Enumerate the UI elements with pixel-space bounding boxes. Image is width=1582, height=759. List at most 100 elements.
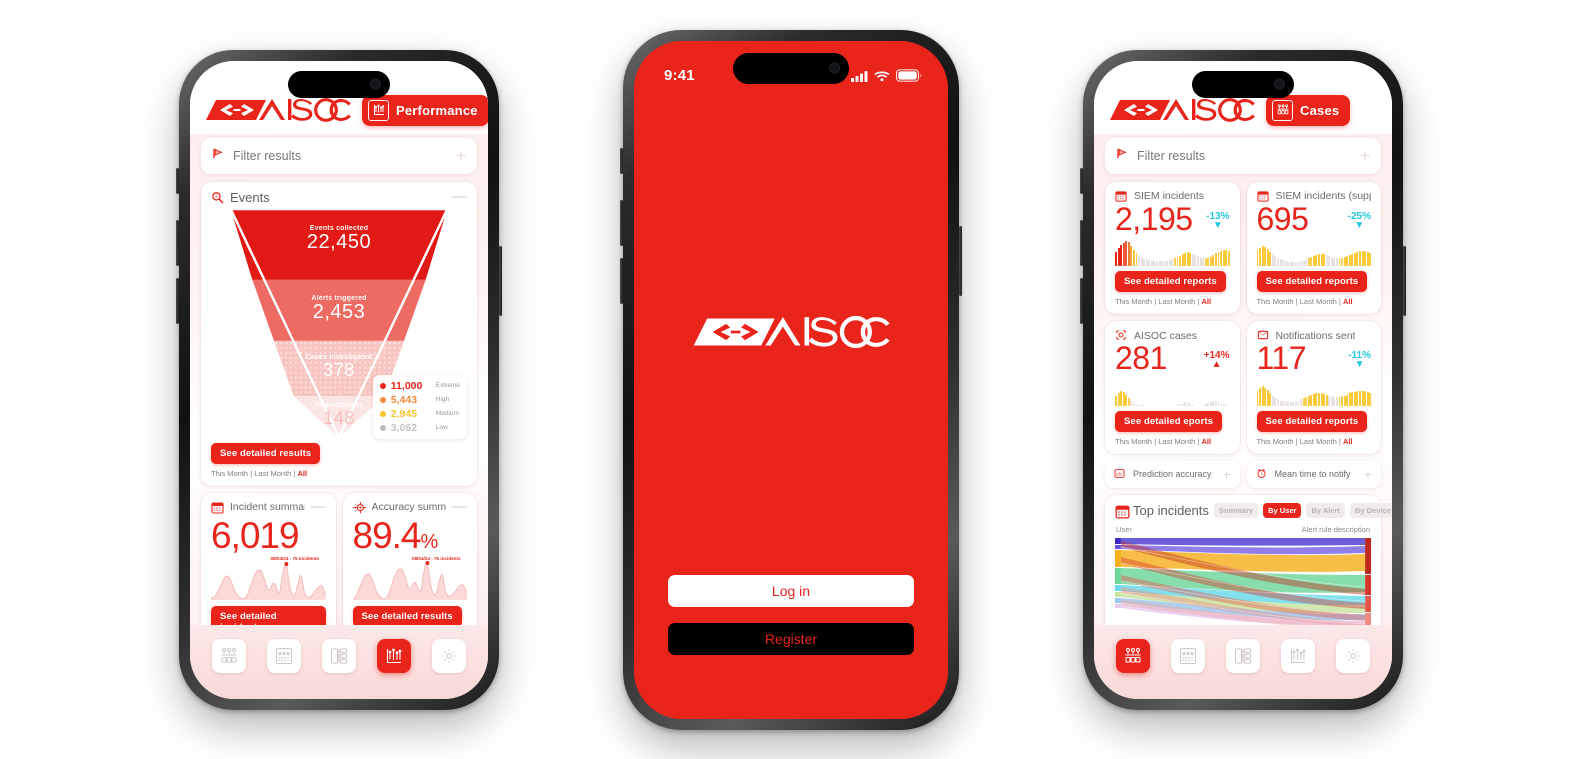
tabbar-item-settings[interactable] (431, 638, 466, 673)
accuracy-summary-value: 89.4 (352, 514, 422, 556)
kpi-row-1: SIEM incidents 2,195 -13% ▼ See detailed… (1105, 181, 1381, 315)
kpi-value: 281 (1115, 340, 1167, 377)
kpi-bar-chart (1115, 380, 1230, 406)
prediction-accuracy-label: Prediction accuracy (1133, 469, 1212, 480)
legend-label-medium: Medium (435, 410, 459, 417)
filter-results-bar[interactable]: Filter results + (201, 137, 477, 174)
tabbar-item-calendar[interactable] (1171, 638, 1206, 673)
see-detailed-incidents-button[interactable]: See detailed incidents (211, 605, 326, 625)
silent-switch[interactable] (176, 167, 179, 194)
tabbar-item-network[interactable] (321, 638, 356, 673)
filter-results-bar[interactable]: Filter results + (1105, 137, 1381, 174)
aisoc-logo[interactable] (1108, 95, 1256, 125)
prediction-accuracy-row[interactable]: Prediction accuracy + (1105, 460, 1240, 488)
kpi-value: 2,195 (1115, 200, 1193, 237)
login-button[interactable]: Log in (668, 574, 914, 607)
tabbar-item-network[interactable] (1225, 638, 1260, 673)
tabbar-item-settings[interactable] (1335, 638, 1370, 673)
login-screen: 9:41 Log in Register (634, 40, 948, 719)
volume-up-button[interactable] (176, 219, 179, 266)
volume-down-button[interactable] (620, 257, 623, 304)
range-this-month[interactable]: This Month (1257, 297, 1294, 306)
legend-label-low: Low (435, 424, 448, 431)
top-incidents-title: Top incidents (1133, 502, 1209, 518)
range-all[interactable]: All (1343, 437, 1353, 446)
power-button[interactable] (499, 245, 502, 316)
phone-device-left: Performance Filter results + Events — Ev… (176, 49, 502, 710)
tabbar-item-cases[interactable] (1116, 638, 1151, 673)
see-detailed-reports-button[interactable]: See detailed reports (1256, 271, 1368, 293)
silent-switch[interactable] (1080, 167, 1083, 194)
mean-time-expand-icon[interactable]: + (1364, 467, 1372, 481)
range-all[interactable]: All (297, 469, 307, 478)
see-detailed-reports-button[interactable]: See detailed reports (1256, 410, 1368, 432)
range-last-month[interactable]: Last Month (1158, 437, 1195, 446)
power-button[interactable] (959, 225, 962, 296)
accuracy-summary-header: Accuracy summary — (352, 499, 467, 514)
aisoc-logo[interactable] (204, 95, 352, 125)
silent-switch[interactable] (620, 147, 623, 174)
kpi-range[interactable]: This Month | Last Month | All (1257, 297, 1372, 306)
legend-label-extreme: Extreme (435, 382, 460, 389)
tabbar-item-calendar[interactable] (267, 638, 302, 673)
incident-summary-collapse-icon[interactable]: — (311, 499, 326, 514)
see-detailed-reports-button[interactable]: See detailed reports (1115, 271, 1226, 293)
range-this-month[interactable]: This Month (211, 469, 248, 478)
events-collapse-icon[interactable]: — (452, 189, 467, 204)
events-card-header: Events — (211, 189, 467, 205)
events-funnel-chart: Events collected 22,450 Alerts triggered… (211, 208, 467, 441)
kpi-range[interactable]: This Month | Last Month | All (1115, 297, 1230, 306)
mean-time-to-notify-row[interactable]: Mean time to notify + (1246, 460, 1381, 488)
events-range-selector[interactable]: This Month | Last Month | All (211, 469, 467, 478)
filter-expand-icon[interactable]: + (1360, 147, 1370, 164)
kpi-range[interactable]: This Month | Last Month | All (1257, 437, 1372, 446)
volume-down-button[interactable] (176, 277, 179, 324)
range-all[interactable]: All (1201, 297, 1211, 306)
range-this-month[interactable]: This Month (1115, 437, 1152, 446)
top-incidents-card: Top incidents Summary By User By Alert B… (1105, 494, 1392, 625)
tab-by-device[interactable]: By Device (1349, 502, 1392, 518)
arrow-up-icon: ▲ (1211, 359, 1222, 371)
accuracy-summary-collapse-icon[interactable]: — (452, 499, 467, 514)
power-button[interactable] (1403, 245, 1406, 316)
tabbar-item-performance[interactable] (376, 638, 411, 673)
page-chip-performance[interactable]: Performance (362, 94, 488, 126)
register-button[interactable]: Register (668, 622, 914, 655)
arrow-down-icon: ▼ (1212, 219, 1223, 231)
tabbar-item-cases[interactable] (212, 638, 247, 673)
tab-by-user[interactable]: By User (1263, 502, 1302, 518)
see-detailed-results-button[interactable]: See detailed results (211, 442, 321, 464)
phone-screen-mid: 9:41 Log in Register (634, 40, 948, 719)
phone-screen-right: Cases Filter results + SIEM incidents 2,… (1094, 60, 1392, 699)
screenshot-stage: Performance Filter results + Events — Ev… (0, 0, 1582, 759)
status-time: 9:41 (664, 67, 695, 84)
volume-down-button[interactable] (1080, 277, 1083, 324)
see-detailed-reports-button[interactable]: See detailed eports (1115, 410, 1223, 432)
range-last-month[interactable]: Last Month (254, 469, 291, 478)
kpi-delta-down: -25% ▼ (1348, 203, 1371, 231)
range-all[interactable]: All (1343, 297, 1353, 306)
tab-summary[interactable]: Summary (1213, 502, 1259, 518)
page-chip-cases[interactable]: Cases (1266, 94, 1351, 126)
tabbar-item-performance[interactable] (1280, 638, 1315, 673)
range-last-month[interactable]: Last Month (1300, 437, 1337, 446)
range-last-month[interactable]: Last Month (1158, 297, 1195, 306)
performance-app: Performance Filter results + Events — Ev… (190, 60, 488, 699)
kpi-range[interactable]: This Month | Last Month | All (1115, 437, 1230, 446)
tab-by-alert[interactable]: By Alert (1306, 502, 1345, 518)
arrow-down-icon: ▼ (1354, 359, 1365, 371)
filter-flag-icon (212, 147, 225, 165)
range-last-month[interactable]: Last Month (1300, 297, 1337, 306)
prediction-expand-icon[interactable]: + (1222, 467, 1230, 481)
filter-expand-icon[interactable]: + (456, 147, 466, 164)
cases-content: Filter results + SIEM incidents 2,195 -1… (1094, 133, 1392, 625)
see-detailed-results-button[interactable]: See detailed results (352, 605, 462, 625)
volume-up-button[interactable] (1080, 219, 1083, 266)
incident-summary-value: 6,019 (211, 514, 300, 556)
range-this-month[interactable]: This Month (1115, 297, 1152, 306)
kpi-delta-down: -11% ▼ (1348, 342, 1371, 371)
range-all[interactable]: All (1201, 437, 1211, 446)
range-this-month[interactable]: This Month (1257, 437, 1294, 446)
volume-up-button[interactable] (620, 199, 623, 246)
clock-icon (1256, 468, 1269, 481)
